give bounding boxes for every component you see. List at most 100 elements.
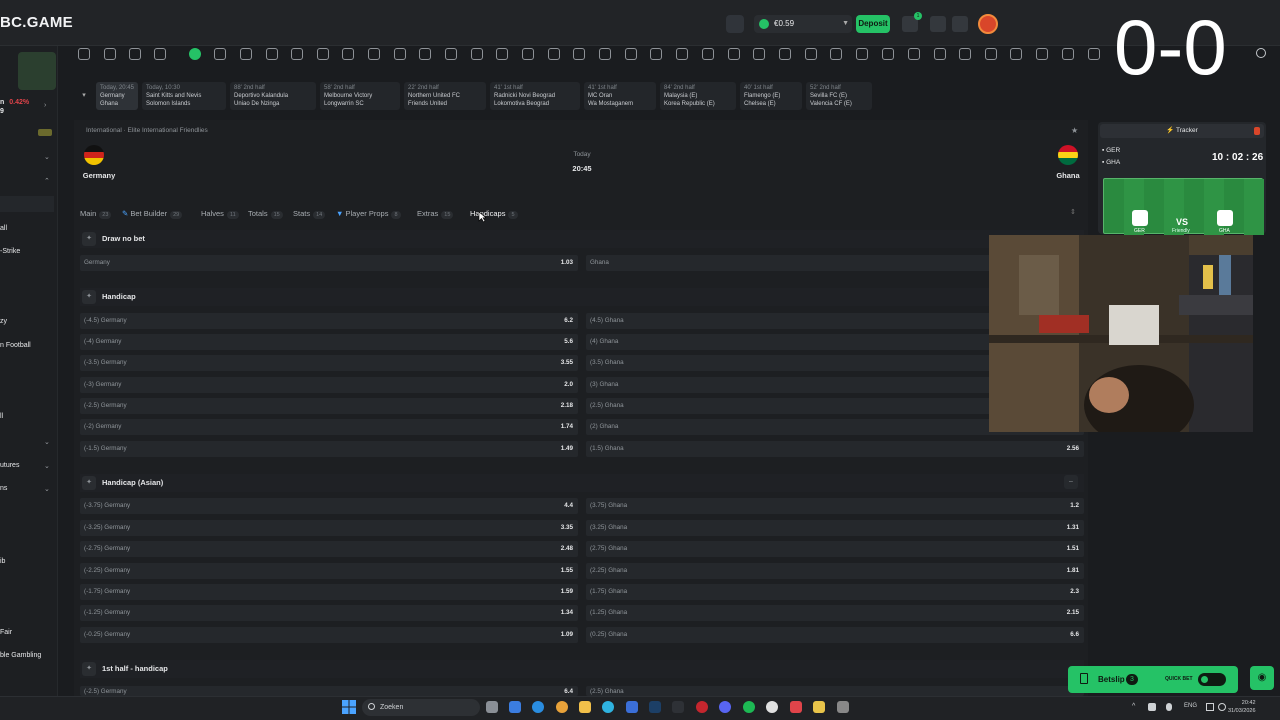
collapse-icon[interactable]: – <box>1064 475 1078 489</box>
tab-player-props[interactable]: ▼ Player Props 8 <box>336 209 401 219</box>
deposit-button[interactable]: Deposit <box>856 15 890 33</box>
sidebar-top-item[interactable]: n 0.42% <box>0 99 29 106</box>
sidebar-item[interactable]: ns <box>0 485 7 492</box>
support-chat-icon[interactable]: ◉ <box>1250 666 1274 690</box>
golf-icon[interactable] <box>522 48 534 60</box>
sport-search-icon[interactable] <box>1256 48 1266 58</box>
chevron-down-icon[interactable]: ⌄ <box>44 485 50 493</box>
tray-chevron-icon[interactable]: ^ <box>1132 703 1135 710</box>
home-icon[interactable] <box>78 48 90 60</box>
sidebar-item[interactable]: Fair <box>0 629 12 636</box>
handball-icon[interactable] <box>471 48 483 60</box>
tracker-header[interactable]: ⚡ Tracker <box>1100 124 1264 138</box>
odds-button[interactable]: (-3.5) Germany 3.55 <box>80 355 578 371</box>
tray-network-icon[interactable] <box>1206 703 1214 711</box>
match-card[interactable]: 40' 1st half Flamengo (E) Chelsea (E) <box>740 82 802 110</box>
swimming-icon[interactable] <box>830 48 842 60</box>
odds-button[interactable]: (1.5) Ghana 2.56 <box>586 441 1084 457</box>
running-icon[interactable] <box>805 48 817 60</box>
badminton-icon[interactable] <box>419 48 431 60</box>
tennis-icon[interactable] <box>240 48 252 60</box>
edge-browser-icon[interactable] <box>532 701 544 713</box>
archery-icon[interactable] <box>1062 48 1074 60</box>
tray-language[interactable]: ENG <box>1184 703 1197 709</box>
match-card[interactable]: Today, 10:30 Saint Kitts and Nevis Solom… <box>142 82 226 110</box>
sidebar-top-item-2[interactable]: 9 <box>0 108 4 115</box>
opera-icon[interactable] <box>696 701 708 713</box>
waterpolo-icon[interactable] <box>856 48 868 60</box>
pin-icon[interactable]: ✦ <box>82 290 96 304</box>
sidebar-item[interactable]: all <box>0 225 7 232</box>
windows-start-icon[interactable] <box>342 700 356 714</box>
snooker-icon[interactable] <box>573 48 585 60</box>
sidebar-item[interactable]: utures <box>0 462 19 469</box>
favorite-star-icon[interactable] <box>129 48 141 60</box>
odds-button[interactable]: (-0.25) Germany 1.09 <box>80 627 578 643</box>
mma-icon[interactable] <box>676 48 688 60</box>
task-view-icon[interactable] <box>486 701 498 713</box>
tab-totals[interactable]: Totals 15 <box>248 209 283 219</box>
market-header-handicap-asian[interactable]: ✦ Handicap (Asian) – <box>80 474 1084 492</box>
basketball-icon[interactable] <box>214 48 226 60</box>
odds-button[interactable]: (-2) Germany 1.74 <box>80 419 578 435</box>
tab-stats[interactable]: Stats 14 <box>293 209 326 219</box>
rugby-icon[interactable] <box>625 48 637 60</box>
odds-button[interactable]: (1.25) Ghana 2.15 <box>586 605 1084 621</box>
tracker-alert-icon[interactable] <box>1254 127 1260 135</box>
tab-extras[interactable]: Extras 15 <box>417 209 454 219</box>
motorsport-icon[interactable] <box>753 48 765 60</box>
sidebar-item[interactable]: ll <box>0 413 3 420</box>
match-card[interactable]: 41' 1st half Radnicki Novi Beograd Lokom… <box>490 82 580 110</box>
widgets-icon[interactable] <box>509 701 521 713</box>
quick-bet-toggle[interactable] <box>1198 673 1226 686</box>
odds-button[interactable]: (-3.75) Germany 4.4 <box>80 498 578 514</box>
tab-bet-builder[interactable]: ✎ Bet Builder 29 <box>122 209 183 219</box>
soccer-icon[interactable] <box>189 48 201 60</box>
chevron-up-icon[interactable]: ⌃ <box>44 177 50 185</box>
cards-prev-icon[interactable]: ▾ <box>78 82 90 110</box>
odds-button[interactable]: (1.75) Ghana 2.3 <box>586 584 1084 600</box>
edge-app-icon[interactable] <box>602 701 614 713</box>
steam-icon[interactable] <box>649 701 661 713</box>
match-card[interactable]: 58' 2nd half Melbourne Victory Longwarri… <box>320 82 400 110</box>
sidebar-item[interactable]: -Strike <box>0 248 20 255</box>
bowling-icon[interactable] <box>908 48 920 60</box>
odds-button[interactable]: (0.25) Ghana 6.6 <box>586 627 1084 643</box>
pin-icon[interactable]: ✦ <box>82 476 96 490</box>
cricket-icon[interactable] <box>317 48 329 60</box>
darts-icon[interactable] <box>548 48 560 60</box>
odds-button[interactable]: (-2.75) Germany 2.48 <box>80 541 578 557</box>
futsal-icon[interactable] <box>985 48 997 60</box>
app-icon[interactable] <box>790 701 802 713</box>
horse-racing-icon[interactable] <box>779 48 791 60</box>
market-header-first-half-handicap[interactable]: ✦ 1st half - handicap <box>80 660 1084 678</box>
odds-button[interactable]: (3.25) Ghana 1.31 <box>586 520 1084 536</box>
store-icon[interactable] <box>626 701 638 713</box>
notification-icon[interactable] <box>952 16 968 32</box>
tray-onedrive-icon[interactable] <box>1148 703 1156 711</box>
tray-clock[interactable]: 20:42 31/03/2026 <box>1228 699 1256 715</box>
odds-button[interactable]: (-1.5) Germany 1.49 <box>80 441 578 457</box>
american-football-icon[interactable] <box>934 48 946 60</box>
terminal-icon[interactable] <box>672 701 684 713</box>
dota-icon[interactable] <box>368 48 380 60</box>
chevron-down-icon[interactable]: ⌄ <box>44 153 50 161</box>
sidebar-item[interactable]: n Football <box>0 342 31 349</box>
flag-icon[interactable] <box>702 48 714 60</box>
collapse-all-icon[interactable]: ⇕ <box>1070 208 1076 216</box>
app-icon[interactable] <box>813 701 825 713</box>
sidebar-selected-row[interactable] <box>0 196 54 212</box>
odds-button[interactable]: (-1.25) Germany 1.34 <box>80 605 578 621</box>
chat-icon[interactable] <box>930 16 946 32</box>
match-card[interactable]: 22' 2nd half Northern United FC Friends … <box>404 82 486 110</box>
counter-strike-icon[interactable] <box>342 48 354 60</box>
baseball-icon[interactable] <box>445 48 457 60</box>
lacrosse-icon[interactable] <box>1036 48 1048 60</box>
odds-button[interactable]: (2.75) Ghana 1.51 <box>586 541 1084 557</box>
match-card[interactable]: 41' 1st half MC Oran Wa Mostaganem <box>584 82 656 110</box>
tray-mic-icon[interactable] <box>1166 703 1172 711</box>
tab-halves[interactable]: Halves 11 <box>201 209 239 219</box>
odds-button[interactable]: (-4.5) Germany 6.2 <box>80 313 578 329</box>
market-header-draw-no-bet[interactable]: ✦ Draw no bet <box>80 230 1084 248</box>
odds-button[interactable]: (-2.5) Germany 6.4 <box>80 686 578 696</box>
